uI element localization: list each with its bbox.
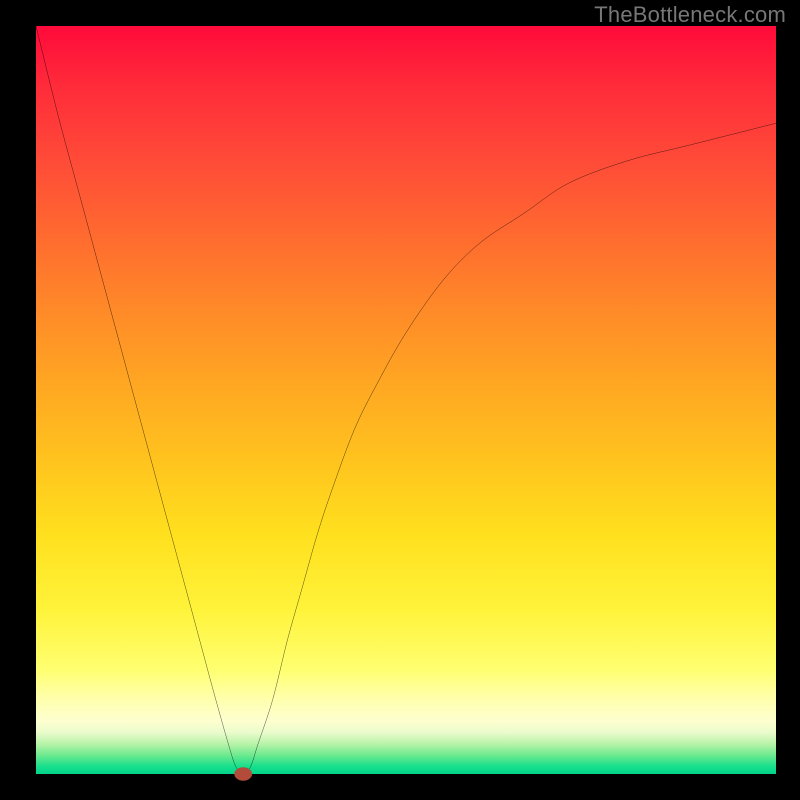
chart-curve [36,26,776,774]
watermark-text: TheBottleneck.com [594,2,786,28]
chart-plot-area [36,26,776,774]
chart-marker [234,767,252,780]
chart-svg [36,26,776,774]
